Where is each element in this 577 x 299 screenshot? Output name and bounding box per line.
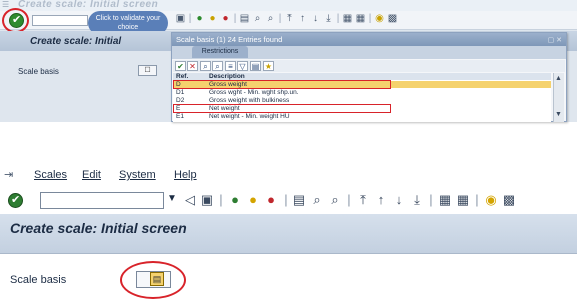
separator: |	[347, 192, 351, 207]
find-icon[interactable]: ⌕	[200, 61, 211, 71]
find-next-icon[interactable]: ⌕	[328, 192, 342, 207]
scrollbar[interactable]: ▲ ▼	[553, 73, 564, 122]
search-help-popup: Scale basis (1) 24 Entries found ▢ ✕ Res…	[171, 32, 567, 122]
separator: |	[336, 13, 340, 24]
scroll-up-icon[interactable]: ▲	[555, 75, 562, 82]
menu-system[interactable]: System	[119, 169, 156, 181]
separator: |	[368, 13, 372, 24]
top-toolbar-icons: ▣ | ● ● ● | ▤ ⌕ ⌕ | ⤒ ↑ ↓ ⤓ | ▦ ▦ | ◉ ▩	[175, 13, 398, 27]
shortcut-icon[interactable]: ▦	[456, 192, 470, 207]
separator: |	[475, 192, 479, 207]
last-page-icon[interactable]: ⤓	[323, 13, 334, 24]
dropdown-icon[interactable]: ▼	[167, 193, 177, 204]
enter-check-icon[interactable]	[8, 193, 23, 208]
shortcut-icon[interactable]: ▦	[355, 13, 366, 24]
find-icon[interactable]: ⌕	[310, 192, 324, 207]
table-row[interactable]: D2 Gross weight with bulkiness	[173, 97, 551, 104]
scale-basis-label: Scale basis	[10, 274, 67, 286]
highlight-box	[173, 80, 391, 89]
menu-help[interactable]: Help	[174, 169, 197, 181]
row-ref: D2	[176, 97, 185, 104]
new-session-icon[interactable]: ▦	[438, 192, 452, 207]
next-page-icon[interactable]: ↓	[310, 13, 321, 24]
cancel-icon[interactable]: ●	[264, 192, 278, 207]
menu-system-label: System	[119, 169, 156, 181]
first-page-icon[interactable]: ⤒	[284, 13, 295, 24]
first-page-icon[interactable]: ⤒	[356, 192, 370, 207]
scroll-down-icon[interactable]: ▼	[555, 111, 562, 118]
highlight-box	[173, 104, 391, 113]
table-row[interactable]: E1 Net weight - Min. weight HU	[173, 113, 551, 120]
scale-basis-input[interactable]: ☐	[138, 65, 157, 76]
separator: |	[219, 192, 223, 207]
separator: |	[188, 13, 192, 24]
row-ref: D1	[176, 89, 185, 96]
previous-page-icon[interactable]: ↑	[297, 13, 308, 24]
menu-scales-label: Scales	[34, 169, 68, 181]
row-ref: E1	[176, 113, 184, 120]
table-header: Ref. Description	[173, 73, 551, 80]
find-icon[interactable]: ⌕	[252, 13, 263, 24]
popup-tabs: Restrictions	[172, 46, 566, 59]
tab-restrictions[interactable]: Restrictions	[192, 46, 248, 58]
menu-edit-label: Edit	[82, 169, 101, 181]
results-table: Ref. Description D Gross weight D1 Gross…	[173, 73, 551, 122]
back-arrow-icon[interactable]: ◁	[183, 192, 197, 207]
favorite-icon[interactable]: ★	[263, 61, 274, 71]
page-title: Create scale: Initial screen	[10, 220, 187, 236]
save-icon[interactable]: ▣	[175, 13, 186, 24]
row-description: Gross weight with bulkiness	[209, 97, 290, 104]
menu-scales[interactable]: Scales	[34, 169, 67, 181]
command-field[interactable]	[40, 192, 164, 209]
print-icon[interactable]: ▤	[239, 13, 250, 24]
previous-page-icon[interactable]: ↑	[374, 192, 388, 207]
scale-basis-label: Scale basis	[18, 67, 59, 76]
help-icon[interactable]: ◉	[374, 13, 385, 24]
screenshot-root: ☰ Create scale: Initial screen Click to …	[0, 0, 577, 299]
highlight-ring	[2, 8, 29, 33]
back-icon[interactable]: ●	[228, 192, 242, 207]
exit-icon[interactable]: ●	[246, 192, 260, 207]
separator: |	[278, 13, 282, 24]
last-page-icon[interactable]: ⤓	[410, 192, 424, 207]
popup-title-bar: Scale basis (1) 24 Entries found ▢ ✕	[172, 33, 566, 46]
menu-icon[interactable]: ⇥	[4, 168, 20, 181]
column-header[interactable]: Description	[209, 73, 245, 80]
next-page-icon[interactable]: ↓	[392, 192, 406, 207]
separator: |	[284, 192, 288, 207]
row-description: Gross wght - Min. wght shp.un.	[209, 89, 299, 96]
new-session-icon[interactable]: ▦	[342, 13, 353, 24]
help-icon[interactable]: ◉	[484, 192, 498, 207]
row-description: Net weight - Min. weight HU	[209, 113, 290, 120]
menu-edit[interactable]: Edit	[82, 169, 101, 181]
column-header[interactable]: Ref.	[176, 73, 188, 80]
filter-icon[interactable]: ▽	[237, 61, 248, 71]
table-row[interactable]: D1 Gross wght - Min. wght shp.un.	[173, 89, 551, 96]
separator: |	[233, 13, 237, 24]
top-header-title: Create scale: Initial	[30, 36, 122, 47]
menu-help-label: Help	[174, 169, 197, 181]
separator: |	[429, 192, 433, 207]
top-window-title: Create scale: Initial screen	[18, 0, 159, 10]
back-icon[interactable]: ●	[194, 13, 205, 24]
find-next-icon[interactable]: ⌕	[212, 61, 223, 71]
print-icon[interactable]: ▤	[292, 192, 306, 207]
command-field[interactable]	[32, 15, 88, 26]
popup-title: Scale basis (1) 24 Entries found	[176, 35, 283, 44]
cancel-icon[interactable]: ●	[220, 13, 231, 24]
exit-icon[interactable]: ●	[207, 13, 218, 24]
find-next-icon[interactable]: ⌕	[265, 13, 276, 24]
sort-icon[interactable]: ≡	[225, 61, 236, 71]
layout-menu-icon[interactable]: ▩	[502, 192, 516, 207]
confirm-icon[interactable]: ✔	[175, 61, 186, 71]
screen-body	[0, 255, 577, 299]
cancel-icon[interactable]: ✕	[187, 61, 198, 71]
layout-menu-icon[interactable]: ▩	[387, 13, 398, 24]
highlight-ring	[120, 261, 186, 299]
save-icon[interactable]: ▣	[200, 192, 214, 207]
print-icon[interactable]: ▤	[250, 61, 261, 71]
popup-toolbar: ✔ ✕ ⌕ ⌕ ≡ ▽ ▤ ★	[173, 60, 565, 72]
